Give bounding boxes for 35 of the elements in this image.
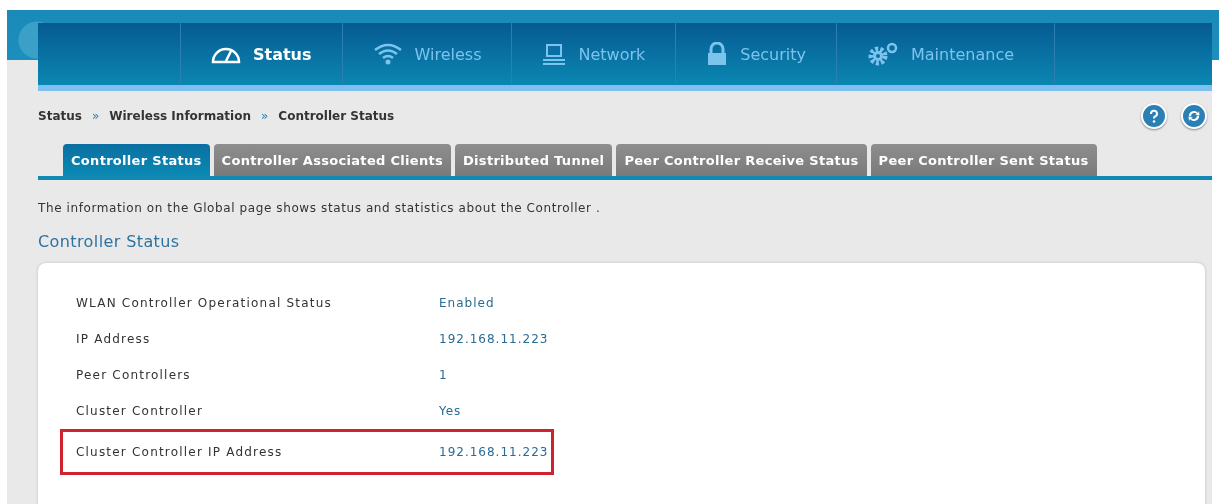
wifi-icon <box>372 43 403 65</box>
field-value: 192.168.11.223 <box>439 332 549 346</box>
field-value: Yes <box>439 404 462 418</box>
refresh-button[interactable] <box>1181 103 1207 129</box>
help-icon <box>1147 109 1161 123</box>
refresh-icon <box>1187 109 1201 123</box>
field-label: Cluster Controller <box>76 404 205 418</box>
breadcrumb-link[interactable]: Controller Status <box>278 109 395 123</box>
field-value: Enabled <box>439 296 495 310</box>
lock-icon <box>706 42 729 66</box>
nav-item[interactable]: Security <box>676 23 837 85</box>
nav-item[interactable]: Status <box>181 23 343 85</box>
breadcrumb-separator: » <box>261 109 269 123</box>
tab[interactable]: Peer Controller Receive Status <box>616 144 867 176</box>
tab[interactable]: Controller Status <box>63 144 210 176</box>
nav-item[interactable]: Network <box>512 23 677 85</box>
field-label: WLAN Controller Operational Status <box>76 296 333 310</box>
tab[interactable]: Controller Associated Clients <box>213 144 451 176</box>
breadcrumb-link[interactable]: Status <box>38 109 82 123</box>
gears-icon <box>867 42 899 66</box>
field-label: Cluster Controller IP Address <box>76 445 284 459</box>
field-value: 192.168.11.223 <box>439 445 549 459</box>
tab[interactable]: Peer Controller Sent Status <box>870 144 1097 176</box>
field-label: Peer Controllers <box>76 368 192 382</box>
breadcrumb-link[interactable]: Wireless Information <box>109 109 251 123</box>
computer-icon <box>542 43 567 65</box>
breadcrumb-separator: » <box>91 109 100 123</box>
field-label: IP Address <box>76 332 152 346</box>
section-title: Controller Status <box>38 232 181 251</box>
nav-item[interactable]: Maintenance <box>837 23 1056 85</box>
help-button[interactable] <box>1141 103 1167 129</box>
description-text: The information on the Global page shows status and statistics about the Controller . <box>38 201 602 215</box>
tab[interactable]: Distributed Tunnel <box>455 144 613 176</box>
field-value: 1 <box>439 368 448 382</box>
nav-item[interactable]: Wireless <box>342 23 513 85</box>
